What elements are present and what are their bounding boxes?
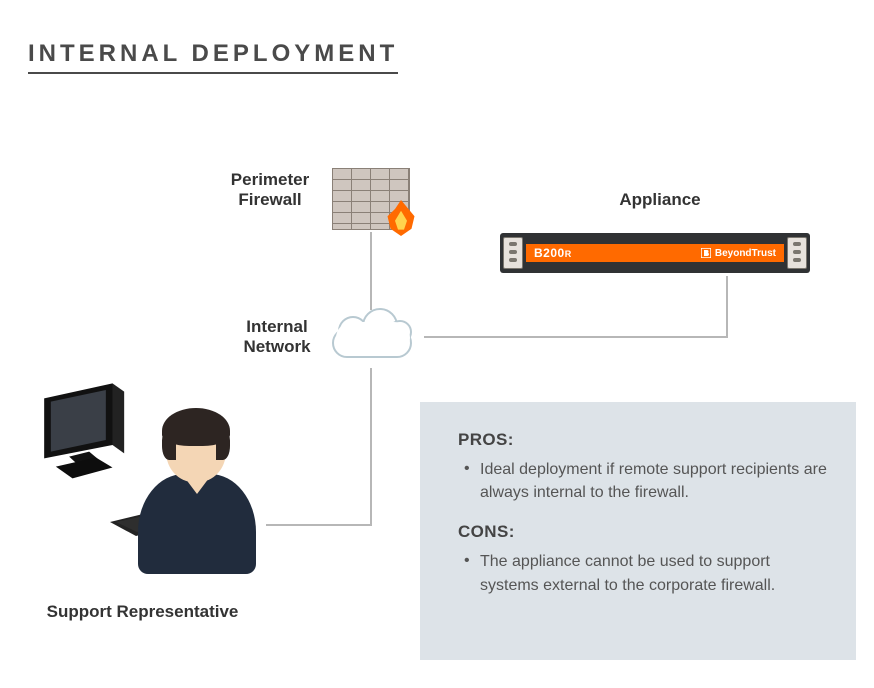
pros-list: Ideal deployment if remote support recip…	[464, 458, 828, 504]
cons-list: The appliance cannot be used to support …	[464, 550, 828, 596]
cons-heading: CONS:	[458, 522, 828, 542]
person-icon	[128, 408, 268, 578]
page-title: INTERNAL DEPLOYMENT	[28, 40, 398, 74]
appliance-icon: B200R BeyondTrust	[500, 233, 810, 273]
connector-line	[266, 524, 372, 526]
firewall-icon	[332, 168, 410, 230]
support-rep-icon	[20, 380, 270, 590]
appliance-brand: BeyondTrust	[701, 248, 776, 259]
rep-label: Support Representative	[35, 602, 250, 622]
network-label: Internal Network	[222, 317, 332, 358]
connector-line	[370, 368, 372, 526]
firewall-label: Perimeter Firewall	[215, 170, 325, 211]
cloud-icon	[326, 310, 422, 366]
list-item: The appliance cannot be used to support …	[464, 550, 828, 596]
pros-cons-box: PROS: Ideal deployment if remote support…	[420, 402, 856, 660]
connector-line	[370, 232, 372, 310]
connector-line	[424, 336, 728, 338]
brand-logo-icon	[701, 248, 711, 258]
pros-heading: PROS:	[458, 430, 828, 450]
list-item: Ideal deployment if remote support recip…	[464, 458, 828, 504]
flame-icon	[386, 200, 416, 236]
appliance-label: Appliance	[590, 190, 730, 210]
connector-line	[726, 276, 728, 338]
appliance-model: B200R	[534, 246, 572, 260]
